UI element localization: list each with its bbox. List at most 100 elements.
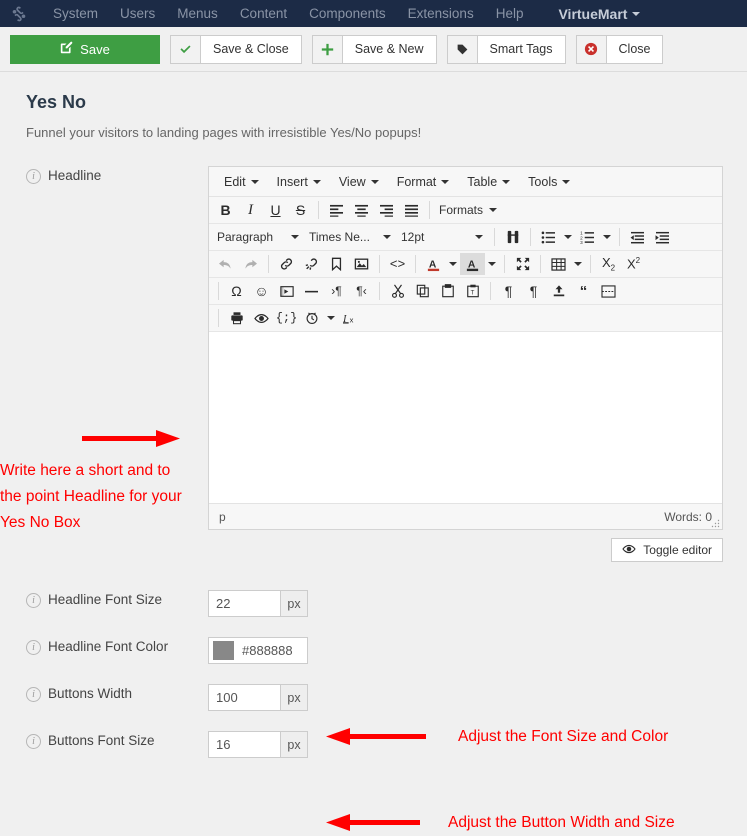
save-close-button[interactable]: Save & Close bbox=[170, 34, 302, 64]
preview-eye-icon[interactable] bbox=[249, 307, 274, 329]
buttons-font-size-input-group[interactable]: px bbox=[208, 731, 308, 758]
redo-icon[interactable] bbox=[238, 253, 263, 275]
image-icon[interactable] bbox=[349, 253, 374, 275]
font-family-dropdown[interactable]: Times Ne... bbox=[305, 226, 397, 248]
insert-datetime-split[interactable] bbox=[299, 307, 338, 329]
chevron-down-icon[interactable] bbox=[324, 307, 338, 329]
element-path[interactable]: p bbox=[219, 510, 226, 524]
info-icon[interactable]: i bbox=[26, 734, 41, 749]
menu-item-extensions[interactable]: Extensions bbox=[397, 6, 485, 21]
horizontal-rule-icon[interactable] bbox=[299, 280, 324, 302]
brand-menu-virtuemart[interactable]: VirtueMart bbox=[550, 6, 648, 22]
buttons-font-size-input[interactable] bbox=[208, 731, 280, 758]
chevron-down-icon[interactable] bbox=[561, 226, 575, 248]
menu-item-components[interactable]: Components bbox=[298, 6, 397, 21]
buttons-width-input[interactable] bbox=[208, 684, 280, 711]
visual-chars-icon[interactable]: ¶ bbox=[521, 280, 546, 302]
paste-as-text-icon[interactable]: T bbox=[460, 280, 485, 302]
buttons-width-input-group[interactable]: px bbox=[208, 684, 308, 711]
chevron-down-icon[interactable] bbox=[571, 253, 585, 275]
align-center-icon[interactable] bbox=[349, 199, 374, 221]
rtl-icon[interactable]: ¶‹ bbox=[349, 280, 374, 302]
search-replace-icon[interactable] bbox=[500, 226, 525, 248]
info-icon[interactable]: i bbox=[26, 169, 41, 184]
indent-icon[interactable] bbox=[650, 226, 675, 248]
block-format-dropdown[interactable]: Paragraph bbox=[213, 226, 305, 248]
save-button[interactable]: Save bbox=[10, 34, 160, 64]
joomla-logo[interactable] bbox=[8, 3, 30, 25]
headline-font-size-input[interactable] bbox=[208, 590, 280, 617]
bullet-list-split[interactable] bbox=[536, 226, 575, 248]
menu-insert[interactable]: Insert bbox=[268, 171, 330, 193]
toggle-editor-button[interactable]: Toggle editor bbox=[611, 538, 723, 562]
emoticon-icon[interactable]: ☺ bbox=[249, 280, 274, 302]
align-right-icon[interactable] bbox=[374, 199, 399, 221]
menu-item-system[interactable]: System bbox=[42, 6, 109, 21]
smart-tags-button[interactable]: Smart Tags bbox=[446, 34, 566, 64]
headline-font-size-input-group[interactable]: px bbox=[208, 590, 308, 617]
code-sample-icon[interactable]: {;} bbox=[274, 307, 299, 329]
cut-icon[interactable] bbox=[385, 280, 410, 302]
bullet-list-icon[interactable] bbox=[536, 226, 561, 248]
formats-dropdown[interactable]: Formats bbox=[435, 199, 503, 221]
ltr-icon[interactable]: ›¶ bbox=[324, 280, 349, 302]
info-icon[interactable]: i bbox=[26, 593, 41, 608]
template-insert-icon[interactable] bbox=[546, 280, 571, 302]
clock-icon[interactable] bbox=[299, 307, 324, 329]
anchor-icon[interactable] bbox=[324, 253, 349, 275]
menu-tools[interactable]: Tools bbox=[519, 171, 579, 193]
paste-icon[interactable] bbox=[435, 280, 460, 302]
menu-item-content[interactable]: Content bbox=[229, 6, 298, 21]
superscript-icon[interactable]: X2 bbox=[621, 253, 646, 275]
print-icon[interactable] bbox=[224, 307, 249, 329]
chevron-down-icon[interactable] bbox=[485, 253, 499, 275]
show-blocks-icon[interactable]: ¶ bbox=[496, 280, 521, 302]
bold-icon[interactable]: B bbox=[213, 199, 238, 221]
tinymce-editor[interactable]: Edit Insert View Format Table Tools B I … bbox=[208, 166, 723, 530]
clear-formatting-icon[interactable]: Ix bbox=[338, 307, 363, 329]
table-split[interactable] bbox=[546, 253, 585, 275]
headline-font-color-input[interactable] bbox=[234, 642, 300, 659]
menu-format[interactable]: Format bbox=[388, 171, 459, 193]
blockquote-icon[interactable]: “ bbox=[571, 280, 596, 302]
unlink-icon[interactable] bbox=[299, 253, 324, 275]
menu-item-menus[interactable]: Menus bbox=[166, 6, 229, 21]
fullscreen-icon[interactable] bbox=[510, 253, 535, 275]
background-color-icon[interactable]: A bbox=[460, 253, 485, 275]
save-new-button[interactable]: Save & New bbox=[311, 34, 437, 64]
menu-table[interactable]: Table bbox=[458, 171, 519, 193]
headline-font-color-input-group[interactable] bbox=[208, 637, 308, 664]
strikethrough-icon[interactable]: S bbox=[288, 199, 313, 221]
link-icon[interactable] bbox=[274, 253, 299, 275]
underline-icon[interactable]: U bbox=[263, 199, 288, 221]
menu-item-help[interactable]: Help bbox=[485, 6, 535, 21]
numbered-list-split[interactable]: 123 bbox=[575, 226, 614, 248]
background-color-split[interactable]: A bbox=[460, 253, 499, 275]
color-swatch[interactable] bbox=[213, 641, 234, 660]
chevron-down-icon[interactable] bbox=[446, 253, 460, 275]
subscript-icon[interactable]: X2 bbox=[596, 253, 621, 275]
info-icon[interactable]: i bbox=[26, 640, 41, 655]
info-icon[interactable]: i bbox=[26, 687, 41, 702]
align-left-icon[interactable] bbox=[324, 199, 349, 221]
menu-edit[interactable]: Edit bbox=[215, 171, 268, 193]
page-break-icon[interactable] bbox=[596, 280, 621, 302]
copy-icon[interactable] bbox=[410, 280, 435, 302]
italic-icon[interactable]: I bbox=[238, 199, 263, 221]
numbered-list-icon[interactable]: 123 bbox=[575, 226, 600, 248]
resize-grip-icon[interactable] bbox=[710, 518, 720, 528]
undo-icon[interactable] bbox=[213, 253, 238, 275]
media-icon[interactable] bbox=[274, 280, 299, 302]
menu-item-users[interactable]: Users bbox=[109, 6, 166, 21]
table-icon[interactable] bbox=[546, 253, 571, 275]
outdent-icon[interactable] bbox=[625, 226, 650, 248]
font-size-dropdown[interactable]: 12pt bbox=[397, 226, 489, 248]
editor-content-area[interactable] bbox=[209, 331, 722, 503]
special-character-icon[interactable]: Ω bbox=[224, 280, 249, 302]
close-button[interactable]: Close bbox=[575, 34, 664, 64]
menu-view[interactable]: View bbox=[330, 171, 388, 193]
chevron-down-icon[interactable] bbox=[600, 226, 614, 248]
source-code-icon[interactable]: <> bbox=[385, 253, 410, 275]
text-color-icon[interactable]: A bbox=[421, 253, 446, 275]
align-justify-icon[interactable] bbox=[399, 199, 424, 221]
